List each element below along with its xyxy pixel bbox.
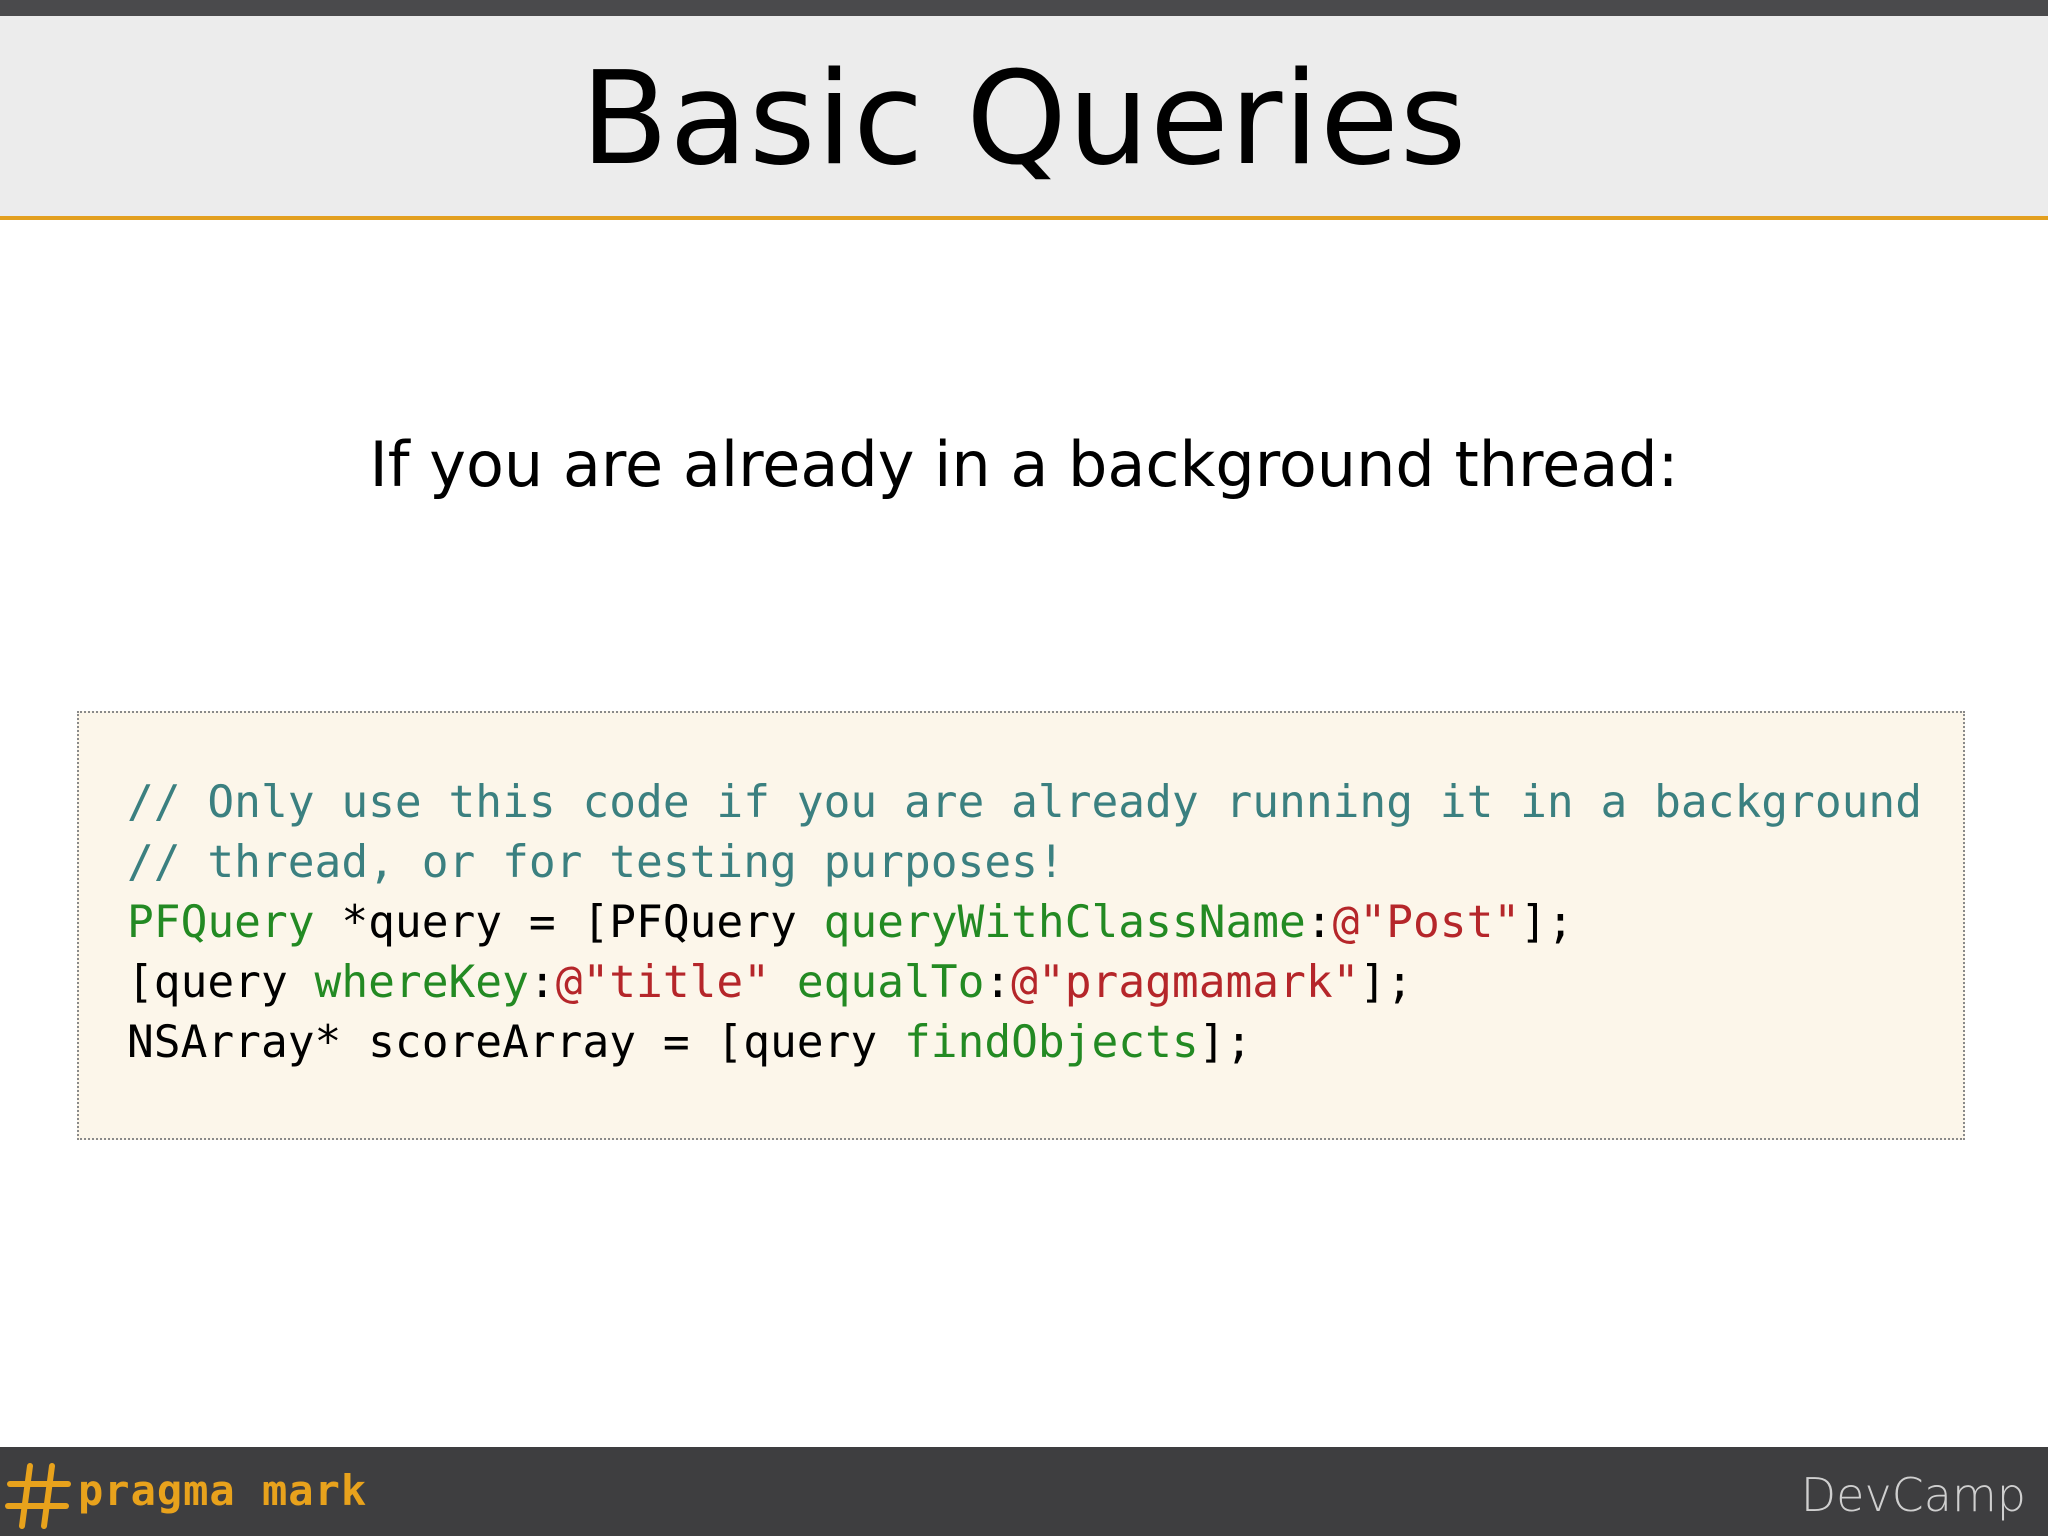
- code-token-string: @"pragmamark": [1011, 957, 1360, 1008]
- code-token-comment: // Only use this code if you are already…: [127, 777, 1923, 828]
- code-line: [query whereKey:@"title" equalTo:@"pragm…: [127, 953, 1922, 1013]
- code-token-string: @"Post": [1332, 897, 1521, 948]
- code-listing: // Only use this code if you are already…: [127, 773, 1922, 1073]
- code-token-plain: :: [1305, 897, 1333, 948]
- code-token-method: findObjects: [903, 1017, 1199, 1068]
- code-token-method: equalTo: [796, 957, 985, 1008]
- code-token-plain: [query: [127, 957, 315, 1008]
- code-block: // Only use this code if you are already…: [77, 711, 1965, 1140]
- code-line: PFQuery *query = [PFQuery queryWithClass…: [127, 893, 1922, 953]
- code-token-comment: // thread, or for testing purposes!: [127, 837, 1065, 888]
- code-token-plain: ];: [1198, 1017, 1253, 1068]
- slide-subtitle: If you are already in a background threa…: [369, 428, 1679, 501]
- code-token-type: PFQuery: [127, 897, 315, 948]
- code-token-string: @"title": [555, 957, 771, 1008]
- brand-text: pragma mark: [78, 1465, 368, 1515]
- code-token-method: whereKey: [314, 957, 529, 1008]
- brand-logo: pragma mark: [4, 1455, 367, 1535]
- code-token-plain: ];: [1520, 897, 1574, 948]
- code-token-plain: :: [984, 957, 1012, 1008]
- top-strip: [0, 0, 2048, 16]
- code-line: // thread, or for testing purposes!: [127, 833, 1922, 893]
- code-token-plain: *query = [PFQuery: [314, 897, 824, 948]
- code-token-plain: :: [528, 957, 556, 1008]
- slide: Basic Queries If you are already in a ba…: [0, 0, 2048, 1536]
- slide-title: Basic Queries: [580, 45, 1468, 194]
- code-line: NSArray* scoreArray = [query findObjects…: [127, 1013, 1922, 1073]
- hash-icon: [5, 1463, 71, 1529]
- code-token-method: queryWithClassName: [823, 897, 1306, 948]
- code-token-plain: ];: [1359, 957, 1414, 1008]
- event-label: DevCamp: [1800, 1468, 2026, 1522]
- footer-bar: pragma mark DevCamp: [0, 1447, 2048, 1536]
- code-token-plain: NSArray* scoreArray = [query: [127, 1017, 904, 1068]
- code-line: // Only use this code if you are already…: [127, 773, 1922, 833]
